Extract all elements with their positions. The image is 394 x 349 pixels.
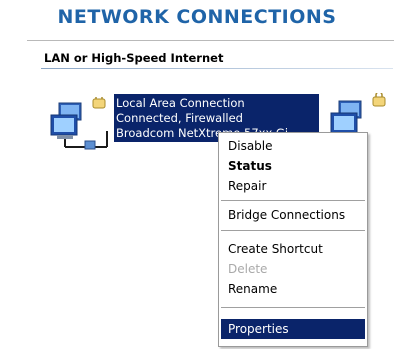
network-connection-icon[interactable] — [47, 97, 111, 151]
menu-item-disable[interactable]: Disable — [221, 136, 365, 156]
menu-item-properties[interactable]: Properties — [221, 319, 365, 339]
page-title: NETWORK CONNECTIONS — [57, 6, 337, 28]
connection-status: Connected, Firewalled — [116, 111, 243, 125]
menu-item-delete: Delete — [228, 262, 268, 276]
menu-separator — [221, 307, 365, 308]
group-divider — [41, 68, 393, 69]
menu-separator — [221, 230, 365, 231]
menu-item-bridge-connections[interactable]: Bridge Connections — [221, 205, 365, 225]
menu-item-create-shortcut[interactable]: Create Shortcut — [221, 239, 365, 259]
context-menu: Disable Status Repair Bridge Connections… — [218, 132, 368, 347]
menu-item-rename[interactable]: Rename — [221, 279, 365, 299]
connection-name: Local Area Connection — [116, 96, 245, 110]
menu-item-repair[interactable]: Repair — [221, 176, 365, 196]
group-header: LAN or High-Speed Internet — [44, 51, 224, 65]
menu-separator — [221, 200, 365, 201]
menu-item-status[interactable]: Status — [221, 156, 365, 176]
